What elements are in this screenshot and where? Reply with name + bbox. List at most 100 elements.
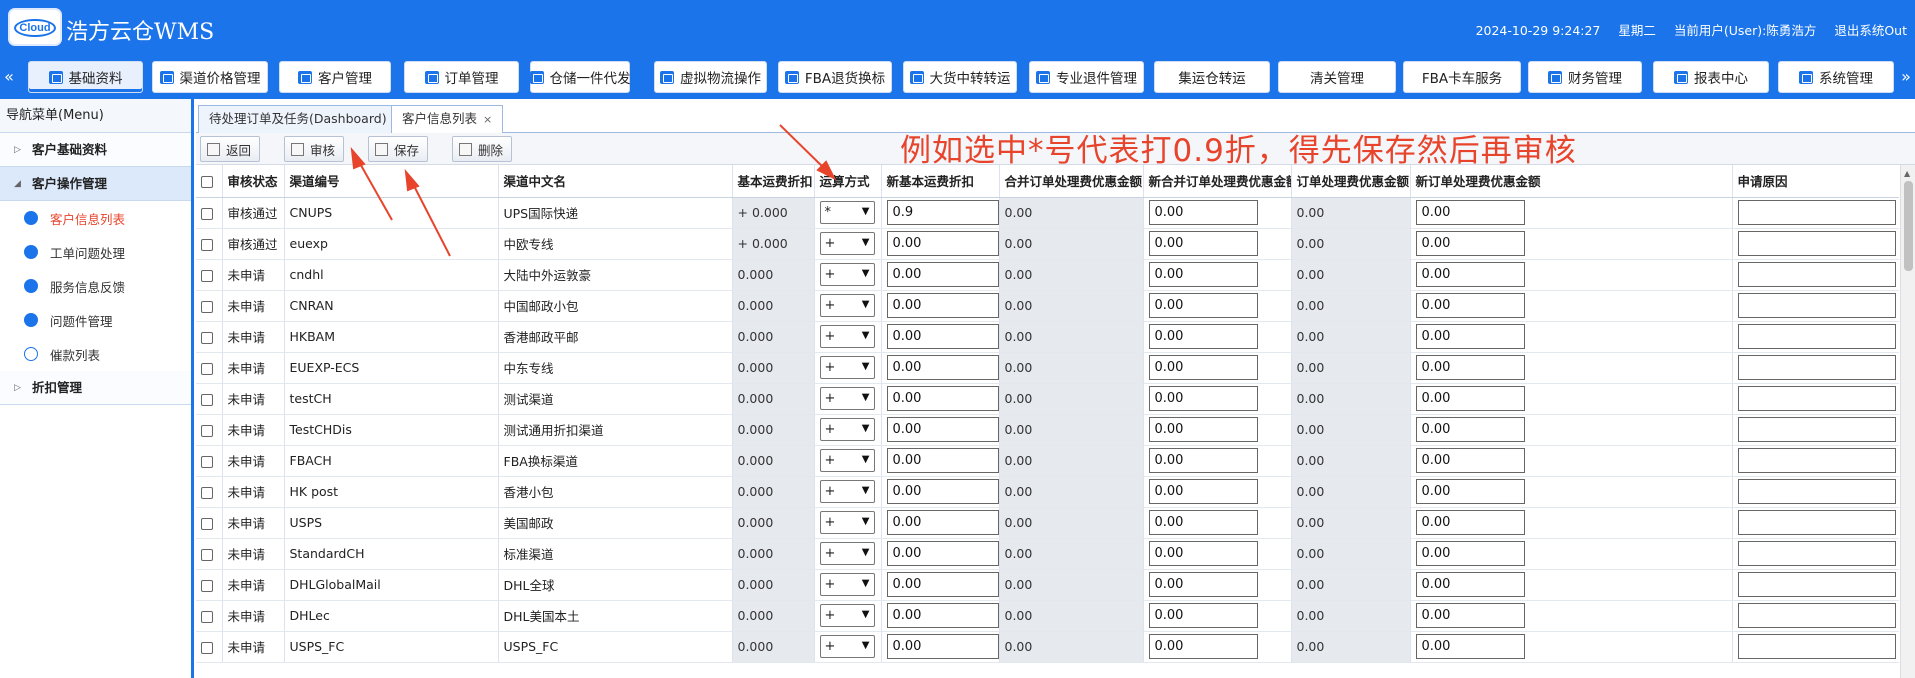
back-button[interactable]: 返回	[200, 136, 261, 162]
sidebar-group-customer-ops[interactable]: ◢ 客户操作管理	[0, 167, 191, 201]
new-base-discount-input[interactable]: 0.00	[886, 355, 998, 380]
reason-input[interactable]	[1737, 572, 1896, 597]
sidebar-item-dunning[interactable]: 催款列表	[0, 337, 191, 371]
new-base-discount-input[interactable]: 0.00	[886, 231, 998, 256]
operation-select[interactable]: + ▼	[819, 449, 875, 472]
table-row[interactable]: 未申请 EUEXP-ECS 中东专线 0.000 + ▼ 0.00 0.00 0.00 0.00 0…	[196, 352, 1899, 384]
sidebar-item-ticket[interactable]: 工单问题处理	[0, 235, 191, 269]
nav-next-button[interactable]: »	[1897, 63, 1915, 91]
vertical-scrollbar[interactable]: ▲	[1900, 165, 1915, 678]
new-order-fee-input[interactable]: 0.00	[1415, 479, 1525, 504]
new-base-discount-input[interactable]: 0.00	[886, 293, 998, 318]
audit-button[interactable]: 审核	[284, 136, 345, 162]
scroll-thumb[interactable]	[1904, 181, 1913, 271]
operation-select[interactable]: + ▼	[819, 263, 875, 286]
new-order-fee-input[interactable]: 0.00	[1415, 417, 1525, 442]
operation-select[interactable]: + ▼	[819, 232, 875, 255]
row-checkbox[interactable]	[196, 197, 223, 229]
nav-item-5[interactable]: 虚拟物流操作	[654, 61, 767, 93]
new-order-fee-input[interactable]: 0.00	[1415, 262, 1525, 287]
row-checkbox[interactable]	[196, 290, 223, 322]
col-name[interactable]: 渠道中文名	[498, 165, 733, 198]
operation-select[interactable]: + ▼	[819, 480, 875, 503]
new-base-discount-input[interactable]: 0.00	[886, 541, 998, 566]
row-checkbox[interactable]	[196, 569, 223, 601]
row-checkbox[interactable]	[196, 259, 223, 291]
table-row[interactable]: 审核通过 euexp 中欧专线 + 0.000 + ▼ 0.00 0.00 0.00 0.00 0.…	[196, 228, 1899, 260]
nav-item-12[interactable]: 财务管理	[1528, 61, 1642, 93]
sidebar-item-problem[interactable]: 问题件管理	[0, 303, 191, 337]
row-checkbox[interactable]	[196, 507, 223, 539]
new-merge-fee-input[interactable]: 0.00	[1148, 417, 1258, 442]
select-all-checkbox[interactable]	[196, 165, 223, 198]
new-order-fee-input[interactable]: 0.00	[1415, 603, 1525, 628]
operation-select[interactable]: * ▼	[819, 201, 875, 224]
new-order-fee-input[interactable]: 0.00	[1415, 293, 1525, 318]
row-checkbox[interactable]	[196, 476, 223, 508]
col-base-discount[interactable]: 基本运费折扣	[732, 165, 815, 198]
new-base-discount-input[interactable]: 0.00	[886, 417, 998, 442]
sidebar-item-feedback[interactable]: 服务信息反馈	[0, 269, 191, 303]
table-row[interactable]: 未申请 USPS_FC USPS_FC 0.000 + ▼ 0.00 0.00 0.00 0.00…	[196, 631, 1899, 663]
new-merge-fee-input[interactable]: 0.00	[1148, 510, 1258, 535]
row-checkbox[interactable]	[196, 321, 223, 353]
new-merge-fee-input[interactable]: 0.00	[1148, 448, 1258, 473]
new-base-discount-input[interactable]: 0.00	[886, 448, 998, 473]
operation-select[interactable]: + ▼	[819, 604, 875, 627]
table-row[interactable]: 未申请 USPS 美国邮政 0.000 + ▼ 0.00 0.00 0.00 0.00 0.00	[196, 507, 1899, 539]
new-merge-fee-input[interactable]: 0.00	[1148, 293, 1258, 318]
col-status[interactable]: 审核状态	[222, 165, 285, 198]
table-row[interactable]: 审核通过 CNUPS UPS国际快递 + 0.000 * ▼ 0.9 0.00 0.00 0.00…	[196, 197, 1899, 229]
new-order-fee-input[interactable]: 0.00	[1415, 448, 1525, 473]
nav-item-7[interactable]: 大货中转转运	[903, 61, 1017, 93]
tab-dashboard[interactable]: 待处理订单及任务(Dashboard)	[198, 105, 398, 133]
reason-input[interactable]	[1737, 448, 1896, 473]
new-order-fee-input[interactable]: 0.00	[1415, 510, 1525, 535]
reason-input[interactable]	[1737, 355, 1896, 380]
new-merge-fee-input[interactable]: 0.00	[1148, 324, 1258, 349]
tab-customer-list[interactable]: 客户信息列表 ×	[391, 105, 504, 134]
operation-select[interactable]: + ▼	[819, 542, 875, 565]
operation-select[interactable]: + ▼	[819, 294, 875, 317]
reason-input[interactable]	[1737, 324, 1896, 349]
nav-item-13[interactable]: 报表中心	[1653, 61, 1769, 93]
table-row[interactable]: 未申请 HK post 香港小包 0.000 + ▼ 0.00 0.00 0.00 0.00 0.0…	[196, 476, 1899, 508]
reason-input[interactable]	[1737, 386, 1896, 411]
new-merge-fee-input[interactable]: 0.00	[1148, 479, 1258, 504]
col-code[interactable]: 渠道编号	[284, 165, 499, 198]
new-order-fee-input[interactable]: 0.00	[1415, 355, 1525, 380]
row-checkbox[interactable]	[196, 228, 223, 260]
nav-prev-button[interactable]: «	[0, 63, 18, 91]
new-base-discount-input[interactable]: 0.00	[886, 572, 998, 597]
table-row[interactable]: 未申请 testCH 测试渠道 0.000 + ▼ 0.00 0.00 0.00 0.00 0.00	[196, 383, 1899, 415]
new-merge-fee-input[interactable]: 0.00	[1148, 541, 1258, 566]
reason-input[interactable]	[1737, 603, 1896, 628]
reason-input[interactable]	[1737, 541, 1896, 566]
nav-item-9[interactable]: 集运仓转运	[1154, 61, 1270, 93]
operation-select[interactable]: + ▼	[819, 356, 875, 379]
nav-item-0[interactable]: 基础资料	[28, 61, 143, 93]
new-merge-fee-input[interactable]: 0.00	[1148, 603, 1258, 628]
new-base-discount-input[interactable]: 0.00	[886, 386, 998, 411]
reason-input[interactable]	[1737, 262, 1896, 287]
table-row[interactable]: 未申请 TestCHDis 测试通用折扣渠道 0.000 + ▼ 0.00 0.00 0.00 0…	[196, 414, 1899, 446]
new-order-fee-input[interactable]: 0.00	[1415, 324, 1525, 349]
operation-select[interactable]: + ▼	[819, 511, 875, 534]
new-merge-fee-input[interactable]: 0.00	[1148, 572, 1258, 597]
new-base-discount-input[interactable]: 0.9	[886, 200, 998, 225]
col-operation[interactable]: 运算方式	[814, 165, 882, 198]
save-button[interactable]: 保存	[368, 136, 429, 162]
nav-item-14[interactable]: 系统管理	[1778, 61, 1894, 93]
new-order-fee-input[interactable]: 0.00	[1415, 541, 1525, 566]
logout-link[interactable]: 退出系统Out	[1834, 23, 1907, 38]
nav-item-10[interactable]: 清关管理	[1278, 61, 1396, 93]
table-row[interactable]: 未申请 DHLec DHL美国本土 0.000 + ▼ 0.00 0.00 0.00 0.00 0.…	[196, 600, 1899, 632]
reason-input[interactable]	[1737, 634, 1896, 659]
sidebar-item-customer-list[interactable]: 客户信息列表	[0, 201, 191, 235]
nav-item-3[interactable]: 订单管理	[404, 61, 519, 93]
new-merge-fee-input[interactable]: 0.00	[1148, 262, 1258, 287]
reason-input[interactable]	[1737, 200, 1896, 225]
new-order-fee-input[interactable]: 0.00	[1415, 231, 1525, 256]
table-row[interactable]: 未申请 StandardCH 标准渠道 0.000 + ▼ 0.00 0.00 0.00 0.00…	[196, 538, 1899, 570]
row-checkbox[interactable]	[196, 352, 223, 384]
